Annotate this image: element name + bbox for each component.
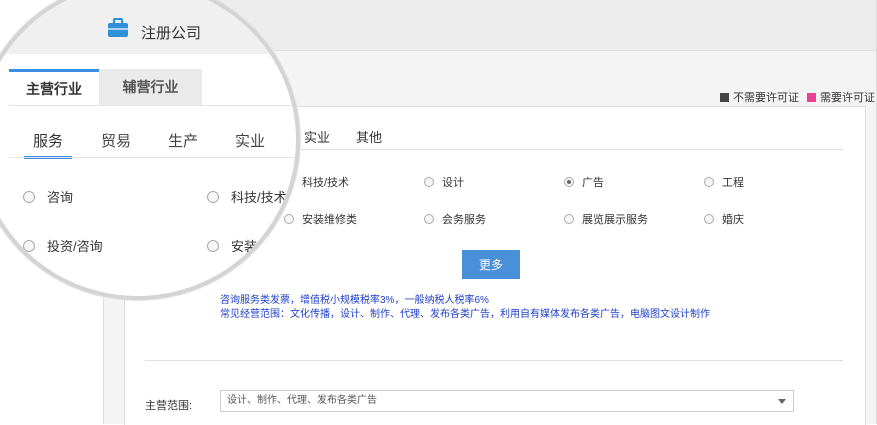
option-label: 科技/技术 <box>231 190 287 205</box>
radio-icon[interactable] <box>704 177 714 187</box>
chevron-down-icon[interactable] <box>778 399 786 404</box>
option-wedding[interactable]: 婚庆 <box>704 211 744 227</box>
radio-icon[interactable] <box>207 190 219 203</box>
option-install-repair[interactable]: 安装维修类 <box>284 211 357 227</box>
radio-icon[interactable] <box>424 214 434 224</box>
option-label: 广告 <box>582 177 604 189</box>
radio-icon[interactable] <box>704 214 714 224</box>
category-tab-trade[interactable]: 贸易 <box>101 130 131 151</box>
page-title: 注册公司 <box>141 25 202 42</box>
option-label: 投资/咨询 <box>47 239 103 254</box>
option-advertising[interactable]: 广告 <box>564 174 604 190</box>
option-label: 咨询 <box>47 190 74 205</box>
option-label: 展览展示服务 <box>582 214 648 226</box>
option-tech-zoom[interactable]: 科技/技术 <box>207 187 287 206</box>
option-conference[interactable]: 会务服务 <box>424 211 486 227</box>
option-label: 安装维 <box>231 239 271 254</box>
divider <box>145 360 843 361</box>
option-tech[interactable]: 科技/技术 <box>302 174 349 190</box>
option-design[interactable]: 设计 <box>424 174 464 190</box>
option-investment-consulting[interactable]: 投资/咨询 <box>23 236 103 255</box>
option-label: 科技/技术 <box>302 177 350 189</box>
option-label: 设计 <box>442 177 464 189</box>
category-tab-industry[interactable]: 实业 <box>304 127 330 146</box>
category-tab-other[interactable]: 其他 <box>356 127 382 146</box>
divider <box>9 157 296 158</box>
legend-no-license: 不需要许可证 <box>720 89 799 105</box>
scope-select[interactable]: 设计、制作、代理、发布各类广告 <box>220 390 794 412</box>
option-install-zoom[interactable]: 安装维 <box>207 236 270 255</box>
tax-note: 咨询服务类发票，增值税小规模税率3%，一般纳税人税率6% <box>220 295 489 306</box>
radio-icon[interactable] <box>424 177 434 187</box>
radio-selected-icon[interactable] <box>564 177 574 187</box>
radio-icon[interactable] <box>23 190 35 203</box>
option-label: 工程 <box>722 177 744 189</box>
category-tab-industry-zoom[interactable]: 实业 <box>235 130 265 151</box>
no-license-swatch <box>720 92 729 102</box>
category-tab-service[interactable]: 服务 <box>24 130 72 159</box>
briefcase-icon <box>108 18 128 37</box>
legend-no-license-label: 不需要许可证 <box>733 92 799 104</box>
option-exhibition[interactable]: 展览展示服务 <box>564 211 648 227</box>
legend-need-license: 需要许可证 <box>807 89 875 105</box>
common-scope-note: 常见经营范围：文化传播，设计、制作、代理、发布各类广告，利用自有媒体发布各类广告… <box>220 309 710 320</box>
radio-icon[interactable] <box>207 239 219 252</box>
radio-icon[interactable] <box>23 239 35 252</box>
legend-need-license-label: 需要许可证 <box>820 92 875 104</box>
scope-label: 主营范围: <box>145 400 193 412</box>
tab-secondary-industry[interactable]: 辅营行业 <box>99 69 202 105</box>
radio-icon[interactable] <box>284 214 294 224</box>
category-tab-production[interactable]: 生产 <box>168 130 198 151</box>
option-label: 婚庆 <box>722 214 744 226</box>
option-label: 安装维修类 <box>302 214 357 226</box>
more-button[interactable]: 更多 <box>462 250 520 279</box>
radio-icon[interactable] <box>564 214 574 224</box>
option-consulting[interactable]: 咨询 <box>23 187 73 206</box>
tab-main-industry[interactable]: 主营行业 <box>9 69 99 108</box>
option-engineering[interactable]: 工程 <box>704 174 744 190</box>
scope-select-value: 设计、制作、代理、发布各类广告 <box>227 395 377 406</box>
divider <box>9 105 296 106</box>
option-label: 会务服务 <box>442 214 486 226</box>
need-license-swatch <box>807 92 816 102</box>
